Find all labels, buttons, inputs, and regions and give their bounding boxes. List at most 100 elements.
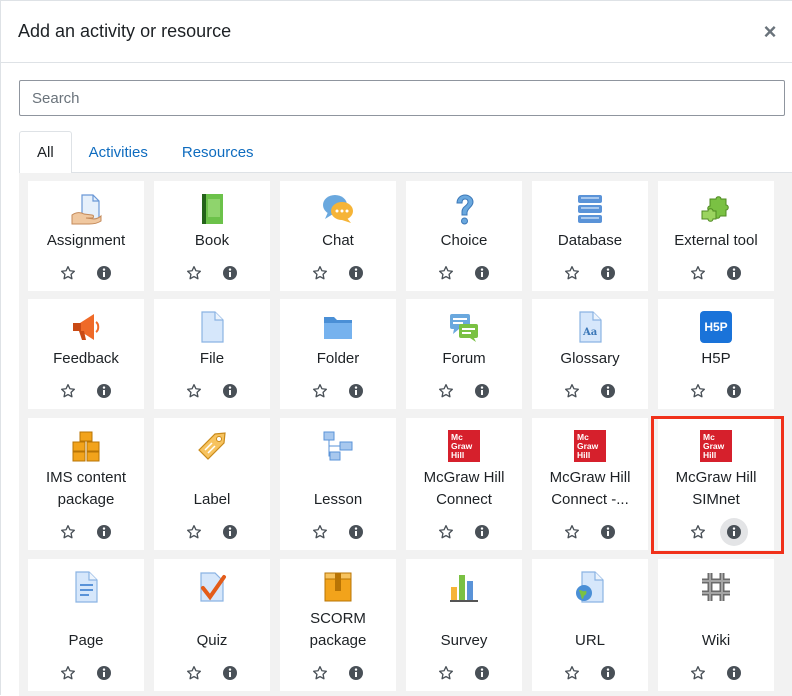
choice-icon <box>448 193 480 225</box>
activity-card-forum[interactable]: Forum <box>406 299 522 409</box>
tab-bar: All Activities Resources <box>19 131 792 174</box>
activity-chooser-dialog: Add an activity or resource × All Activi… <box>0 0 792 696</box>
star-icon[interactable] <box>180 377 208 405</box>
activity-card-mcgraw-hill-simnet[interactable]: Mc Graw Hill McGraw Hill SIMnet <box>658 418 774 550</box>
star-icon[interactable] <box>684 659 712 687</box>
activity-card-scorm-package[interactable]: SCORM package <box>280 559 396 691</box>
activity-card-url[interactable]: URL <box>532 559 648 691</box>
info-icon[interactable] <box>720 659 748 687</box>
star-icon[interactable] <box>180 659 208 687</box>
star-icon[interactable] <box>306 259 334 287</box>
activity-card-assignment[interactable]: Assignment <box>28 181 144 291</box>
star-icon[interactable] <box>306 659 334 687</box>
info-icon[interactable] <box>90 659 118 687</box>
info-icon[interactable] <box>90 259 118 287</box>
info-icon[interactable] <box>594 518 622 546</box>
info-icon[interactable] <box>342 259 370 287</box>
info-icon[interactable] <box>594 259 622 287</box>
activity-card-chat[interactable]: Chat <box>280 181 396 291</box>
activity-name: Survey <box>440 632 488 649</box>
star-icon[interactable] <box>684 518 712 546</box>
info-icon[interactable] <box>720 377 748 405</box>
activity-card-mcgraw-hill-connect[interactable]: Mc Graw Hill McGraw Hill Connect -... <box>532 418 648 550</box>
info-icon[interactable] <box>468 659 496 687</box>
info-icon[interactable] <box>342 518 370 546</box>
star-icon[interactable] <box>306 518 334 546</box>
activity-card-wiki[interactable]: Wiki <box>658 559 774 691</box>
tab-all[interactable]: All <box>19 131 72 174</box>
info-icon[interactable] <box>468 377 496 405</box>
activity-name: Database <box>557 232 623 249</box>
star-icon[interactable] <box>432 659 460 687</box>
star-icon[interactable] <box>558 659 586 687</box>
wiki-icon <box>700 571 732 603</box>
close-icon: × <box>763 18 777 44</box>
book-icon <box>196 193 228 225</box>
activity-card-ims-content-package[interactable]: IMS content package <box>28 418 144 550</box>
star-icon[interactable] <box>180 259 208 287</box>
star-icon[interactable] <box>180 518 208 546</box>
activity-card-database[interactable]: Database <box>532 181 648 291</box>
info-icon[interactable] <box>90 377 118 405</box>
info-icon[interactable] <box>594 659 622 687</box>
star-icon[interactable] <box>432 518 460 546</box>
file-icon <box>196 311 228 343</box>
search-input[interactable] <box>19 80 785 116</box>
star-icon[interactable] <box>558 259 586 287</box>
star-icon[interactable] <box>54 518 82 546</box>
star-icon[interactable] <box>54 659 82 687</box>
tab-activities[interactable]: Activities <box>72 131 165 173</box>
activity-name: URL <box>574 632 605 649</box>
info-icon[interactable] <box>342 659 370 687</box>
glossary-icon: Aa <box>574 311 606 343</box>
activity-card-choice[interactable]: Choice <box>406 181 522 291</box>
dialog-header: Add an activity or resource × <box>1 1 792 63</box>
info-icon[interactable] <box>216 259 244 287</box>
activity-card-h5p[interactable]: H5P H5P <box>658 299 774 409</box>
info-icon[interactable] <box>720 259 748 287</box>
activity-card-quiz[interactable]: Quiz <box>154 559 270 691</box>
info-icon[interactable] <box>468 259 496 287</box>
star-icon[interactable] <box>684 377 712 405</box>
activity-card-survey[interactable]: Survey <box>406 559 522 691</box>
activity-card-external-tool[interactable]: External tool <box>658 181 774 291</box>
activity-name: Wiki <box>701 632 731 649</box>
activity-name: Glossary <box>560 350 620 367</box>
activity-card-mcgraw-hill-connect[interactable]: Mc Graw Hill McGraw Hill Connect <box>406 418 522 550</box>
h5p-icon: H5P <box>700 311 732 343</box>
info-icon[interactable] <box>216 659 244 687</box>
star-icon[interactable] <box>684 259 712 287</box>
close-button[interactable]: × <box>760 18 780 44</box>
forum-icon <box>448 311 480 343</box>
search-wrapper <box>19 80 785 116</box>
info-icon[interactable] <box>594 377 622 405</box>
activity-card-glossary[interactable]: Aa Glossary <box>532 299 648 409</box>
activity-name: Lesson <box>313 491 363 508</box>
activity-card-label[interactable]: Label <box>154 418 270 550</box>
star-icon[interactable] <box>306 377 334 405</box>
activity-name: McGraw Hill Connect -... <box>549 469 631 508</box>
star-icon[interactable] <box>54 259 82 287</box>
tab-resources[interactable]: Resources <box>165 131 271 173</box>
label-icon <box>196 430 228 462</box>
star-icon[interactable] <box>54 377 82 405</box>
star-icon[interactable] <box>432 377 460 405</box>
info-icon[interactable] <box>216 518 244 546</box>
activity-card-book[interactable]: Book <box>154 181 270 291</box>
info-icon[interactable] <box>720 518 748 546</box>
activity-card-feedback[interactable]: Feedback <box>28 299 144 409</box>
info-icon[interactable] <box>468 518 496 546</box>
info-icon[interactable] <box>342 377 370 405</box>
activity-name: External tool <box>674 232 758 249</box>
survey-icon <box>448 571 480 603</box>
info-icon[interactable] <box>90 518 118 546</box>
activity-card-page[interactable]: Page <box>28 559 144 691</box>
star-icon[interactable] <box>558 518 586 546</box>
activity-card-file[interactable]: File <box>154 299 270 409</box>
star-icon[interactable] <box>432 259 460 287</box>
info-icon[interactable] <box>216 377 244 405</box>
activity-card-lesson[interactable]: Lesson <box>280 418 396 550</box>
star-icon[interactable] <box>558 377 586 405</box>
activity-card-folder[interactable]: Folder <box>280 299 396 409</box>
activity-name: Feedback <box>53 350 119 367</box>
